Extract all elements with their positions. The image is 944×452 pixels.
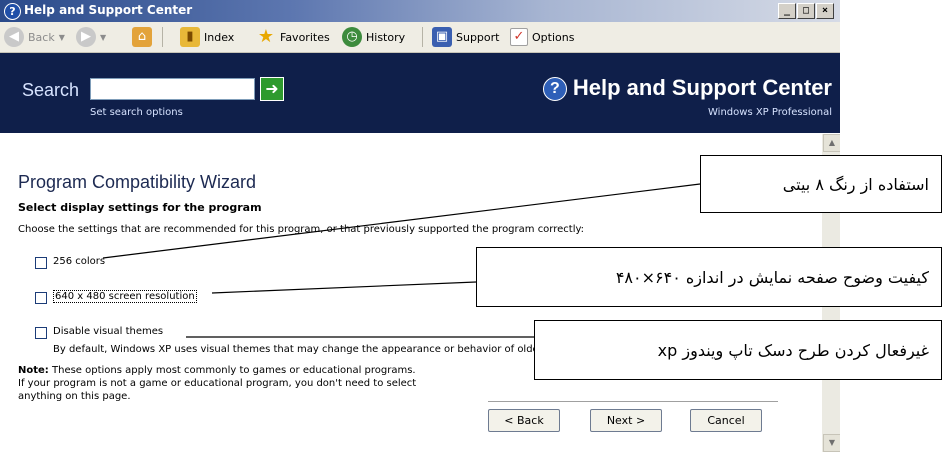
home-icon: ⌂ — [132, 27, 152, 47]
toolbar: ◀ Back ▼ ▶ ▼ ⌂ ▮ Index ★ Favorites ◷ His… — [0, 22, 840, 53]
button-divider — [488, 401, 778, 402]
window-title: Help and Support Center — [24, 3, 193, 17]
search-input[interactable] — [90, 78, 255, 100]
maximize-button[interactable]: □ — [797, 3, 815, 19]
history-clock-icon: ◷ — [342, 27, 362, 47]
back-wizard-button[interactable]: < Back — [488, 409, 560, 432]
forward-button[interactable]: ▶ ▼ — [76, 26, 106, 48]
history-button[interactable]: ◷ History — [342, 26, 405, 48]
option-label: 256 colors — [53, 256, 106, 267]
help-and-support-window: ? Help and Support Center _ □ × ◀ Back ▼… — [0, 0, 840, 452]
index-label: Index — [204, 30, 235, 44]
app-title: ? Help and Support Center — [542, 75, 832, 101]
checkbox-256-colors[interactable] — [35, 257, 47, 269]
help-icon: ? — [4, 3, 21, 20]
option-label: Disable visual themes — [53, 326, 164, 337]
support-icon: ▣ — [432, 27, 452, 47]
forward-arrow-icon: ▶ — [76, 27, 96, 47]
help-icon: ? — [542, 77, 567, 101]
scroll-down-icon[interactable]: ▼ — [823, 434, 840, 452]
themes-description: By default, Windows XP uses visual theme… — [53, 344, 598, 355]
note-body: These options apply most commonly to gam… — [18, 365, 417, 402]
option-256-colors[interactable]: 256 colors — [35, 256, 106, 269]
support-button[interactable]: ▣ Support — [432, 26, 499, 48]
back-label: Back — [28, 30, 55, 44]
options-button[interactable]: ✓ Options — [510, 26, 574, 48]
option-label: 640 x 480 screen resolution — [53, 290, 197, 303]
toolbar-separator — [422, 27, 423, 47]
page-subtitle: Select display settings for the program — [18, 201, 262, 214]
checkbox-disable-themes[interactable] — [35, 327, 47, 339]
chevron-down-icon: ▼ — [58, 32, 65, 42]
title-bar: ? Help and Support Center _ □ × — [0, 0, 840, 22]
page-title: Program Compatibility Wizard — [18, 172, 257, 192]
chevron-down-icon: ▼ — [100, 32, 107, 42]
options-label: Options — [532, 30, 575, 44]
search-options-link[interactable]: Set search options — [90, 107, 183, 118]
edition-label: Windows XP Professional — [708, 107, 832, 118]
history-label: History — [366, 30, 406, 44]
next-button[interactable]: Next > — [590, 409, 662, 432]
header-banner: Search ➜ Set search options ? Help and Su… — [0, 53, 840, 133]
app-title-text: Help and Support Center — [572, 75, 832, 100]
cancel-button[interactable]: Cancel — [690, 409, 762, 432]
options-check-icon: ✓ — [510, 28, 528, 46]
option-disable-themes[interactable]: Disable visual themes — [35, 326, 164, 339]
support-label: Support — [456, 30, 500, 44]
back-arrow-icon: ◀ — [4, 27, 24, 47]
home-button[interactable]: ⌂ — [132, 26, 156, 48]
option-640x480[interactable]: 640 x 480 screen resolution — [35, 290, 197, 304]
index-button[interactable]: ▮ Index — [180, 26, 234, 48]
index-book-icon: ▮ — [180, 27, 200, 47]
search-label: Search — [22, 80, 80, 100]
favorites-label: Favorites — [280, 30, 330, 44]
callout-256-colors: استفاده از رنگ ۸ بیتی — [700, 155, 942, 213]
note-text: Note: These options apply most commonly … — [18, 364, 418, 403]
scroll-up-icon[interactable]: ▲ — [823, 134, 840, 152]
callout-640x480: کیفیت وضوح صفحه نمایش در اندازه ۶۴۰×۴۸۰ — [476, 247, 942, 307]
favorites-button[interactable]: ★ Favorites — [256, 26, 330, 48]
minimize-button[interactable]: _ — [778, 3, 796, 19]
checkbox-640x480[interactable] — [35, 292, 47, 304]
close-button[interactable]: × — [816, 3, 834, 19]
back-button[interactable]: ◀ Back ▼ — [4, 26, 65, 48]
instructions-text: Choose the settings that are recommended… — [18, 224, 585, 235]
go-arrow-icon[interactable]: ➜ — [260, 77, 284, 101]
toolbar-separator — [162, 27, 163, 47]
note-label: Note: — [18, 365, 49, 376]
favorites-star-icon: ★ — [257, 26, 275, 47]
callout-disable-themes: غیرفعال کردن طرح دسک تاپ ویندوز xp — [534, 320, 942, 380]
